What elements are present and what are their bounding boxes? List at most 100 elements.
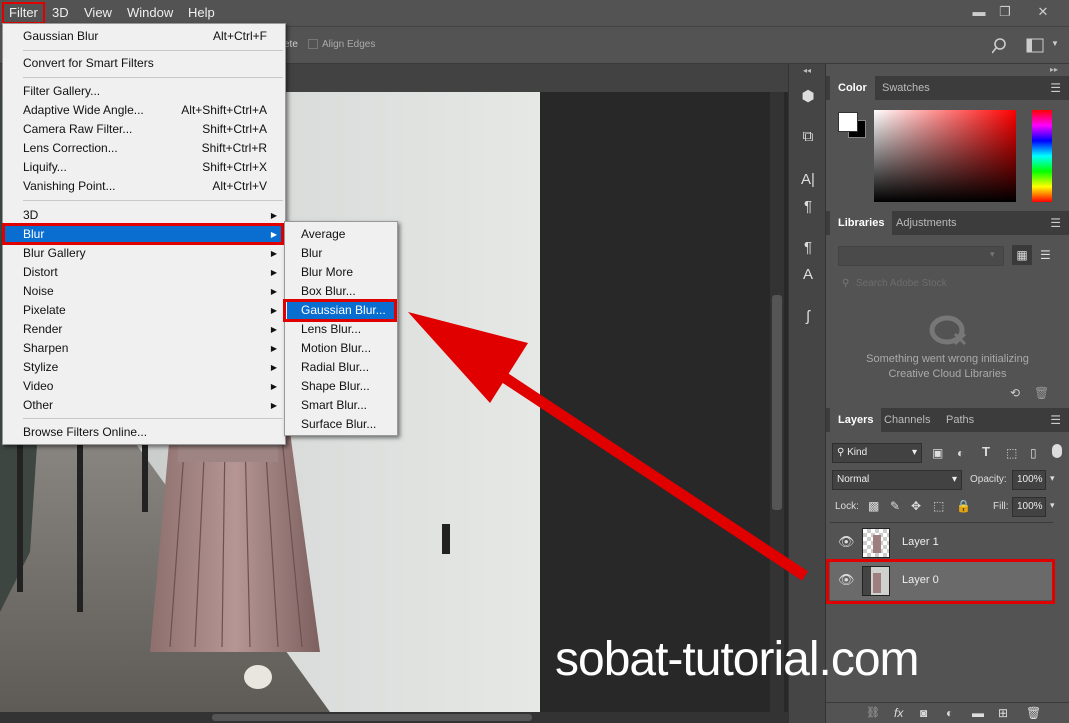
character-icon[interactable]: A| <box>797 169 819 191</box>
submenu-item-motion-blur[interactable]: Motion Blur... <box>287 339 395 358</box>
layers-panel-menu-icon[interactable]: ☰ <box>1050 414 1061 426</box>
color-field[interactable] <box>874 110 1016 202</box>
tab-channels[interactable]: Channels <box>876 408 938 432</box>
menu-item-label: Blur Gallery <box>23 246 86 260</box>
tab-adjustments[interactable]: Adjustments <box>888 211 965 235</box>
horizontal-scroll-thumb[interactable] <box>212 714 532 721</box>
trash-icon[interactable]: 🗑 <box>1026 706 1041 720</box>
fx-icon[interactable]: fx <box>894 706 903 720</box>
restore-icon[interactable]: ❐ <box>992 2 1018 22</box>
visibility-eye-icon[interactable]: 👁 <box>838 534 855 550</box>
menu-item-video[interactable]: Video ▶ <box>5 377 283 396</box>
lock-image-icon[interactable]: ✎ <box>890 499 900 513</box>
submenu-item-lens-blur[interactable]: Lens Blur... <box>287 320 395 339</box>
panel-collapse-icon[interactable]: ▸▸ <box>1050 65 1058 74</box>
link-icon[interactable]: ⛓ <box>866 706 880 719</box>
menu-item-pixelate[interactable]: Pixelate ▶ <box>5 301 283 320</box>
tab-paths[interactable]: Paths <box>938 408 982 432</box>
adjustment-icon[interactable]: ◐ <box>946 706 953 720</box>
paragraph-styles-icon[interactable]: ¶ <box>797 237 819 259</box>
grid-view-icon[interactable]: ▦ <box>1012 245 1032 265</box>
layer-row[interactable]: 👁 Layer 1 <box>830 524 1053 562</box>
menu-item-convert-smart[interactable]: Convert for Smart Filters <box>5 54 283 73</box>
menu-item-browse-online[interactable]: Browse Filters Online... <box>5 423 283 442</box>
menu-item-other[interactable]: Other ▶ <box>5 396 283 415</box>
list-view-icon[interactable]: ☰ <box>1040 245 1051 265</box>
filter-pixel-icon[interactable]: ▣ <box>932 446 943 460</box>
opacity-chevron-icon[interactable]: ▾ <box>1050 473 1055 484</box>
filter-shape-icon[interactable]: ⬚ <box>1006 446 1017 460</box>
workspace-icon[interactable] <box>1026 38 1046 54</box>
lock-artboard-icon[interactable]: ⬚ <box>933 499 944 513</box>
tab-color[interactable]: Color <box>830 76 875 100</box>
menu-item-render[interactable]: Render ▶ <box>5 320 283 339</box>
menu-item-stylize[interactable]: Stylize ▶ <box>5 358 283 377</box>
character-styles-icon[interactable]: A <box>797 264 819 286</box>
submenu-item-radial-blur[interactable]: Radial Blur... <box>287 358 395 377</box>
filter-adjustment-icon[interactable]: ◐ <box>957 446 964 460</box>
filter-type-icon[interactable]: T <box>982 444 990 459</box>
menu-3d[interactable]: 3D <box>48 4 73 22</box>
submenu-item-smart-blur[interactable]: Smart Blur... <box>287 396 395 415</box>
library-trash-icon[interactable]: 🗑 <box>1034 386 1049 400</box>
submenu-arrow-icon: ▶ <box>270 249 277 258</box>
blend-mode-select[interactable]: Normal ▾ <box>832 470 962 490</box>
menu-item-camera-raw[interactable]: Camera Raw Filter... Shift+Ctrl+A <box>5 120 283 139</box>
mask-icon[interactable]: ◙ <box>920 706 927 720</box>
library-select-chevron-icon[interactable]: ▾ <box>990 249 995 260</box>
menu-item-lens-correction[interactable]: Lens Correction... Shift+Ctrl+R <box>5 139 283 158</box>
align-edges-checkbox[interactable] <box>308 39 318 49</box>
submenu-item-blur[interactable]: Blur <box>287 244 395 263</box>
glyphs-icon[interactable]: ʃ <box>797 306 819 328</box>
properties-icon[interactable]: ⧉ <box>797 126 819 148</box>
color-panel-menu-icon[interactable]: ☰ <box>1050 82 1061 94</box>
vertical-scroll-thumb[interactable] <box>772 295 782 510</box>
filter-smart-object-icon[interactable]: ▯ <box>1030 446 1037 460</box>
layer-name[interactable]: Layer 1 <box>902 536 939 548</box>
submenu-item-shape-blur[interactable]: Shape Blur... <box>287 377 395 396</box>
layer-kind-filter[interactable]: ⚲ Kind ▾ <box>832 443 922 463</box>
library-select[interactable] <box>838 246 1004 266</box>
menu-item-sharpen[interactable]: Sharpen ▶ <box>5 339 283 358</box>
menu-item-blur-gallery[interactable]: Blur Gallery ▶ <box>5 244 283 263</box>
tab-libraries[interactable]: Libraries <box>830 211 893 235</box>
menu-window[interactable]: Window <box>123 4 177 22</box>
hue-slider[interactable] <box>1032 110 1052 202</box>
workspace-chevron-icon[interactable]: ▼ <box>1051 39 1059 48</box>
3d-cube-icon[interactable]: ⬢ <box>797 86 819 108</box>
menu-item-last-filter[interactable]: Gaussian Blur Alt+Ctrl+F <box>5 27 283 46</box>
menu-help[interactable]: Help <box>184 4 219 22</box>
minimize-icon[interactable]: ▬ <box>966 2 992 22</box>
search-icon[interactable] <box>992 37 1010 55</box>
lock-transparent-icon[interactable]: ▩ <box>868 499 879 513</box>
fill-field[interactable]: 100% <box>1012 497 1046 517</box>
menu-item-filter-gallery[interactable]: Filter Gallery... <box>5 82 283 101</box>
menu-item-liquify[interactable]: Liquify... Shift+Ctrl+X <box>5 158 283 177</box>
menu-item-label: Pixelate <box>23 303 66 317</box>
fill-chevron-icon[interactable]: ▾ <box>1050 500 1055 511</box>
submenu-item-average[interactable]: Average <box>287 225 395 244</box>
tab-swatches[interactable]: Swatches <box>874 76 938 100</box>
menu-item-adaptive-wide-angle[interactable]: Adaptive Wide Angle... Alt+Shift+Ctrl+A <box>5 101 283 120</box>
collapse-icon[interactable]: ◂◂ <box>803 66 811 75</box>
menu-item-distort[interactable]: Distort ▶ <box>5 263 283 282</box>
submenu-item-surface-blur[interactable]: Surface Blur... <box>287 415 395 434</box>
kind-label: Kind <box>847 447 868 458</box>
libraries-panel-menu-icon[interactable]: ☰ <box>1050 217 1061 229</box>
filter-toggle[interactable] <box>1052 444 1062 458</box>
close-icon[interactable]: ✕ <box>1030 2 1056 22</box>
new-layer-icon[interactable]: ⊞ <box>998 706 1008 720</box>
menu-item-vanishing-point[interactable]: Vanishing Point... Alt+Ctrl+V <box>5 177 283 196</box>
foreground-color-swatch[interactable] <box>838 112 858 132</box>
lock-position-icon[interactable]: ✥ <box>911 499 921 513</box>
adobe-stock-search[interactable]: Search Adobe Stock <box>856 278 947 289</box>
paragraph-icon[interactable]: ¶ <box>797 196 819 218</box>
cc-sync-icon[interactable]: ⟲ <box>1010 386 1020 400</box>
submenu-item-blur-more[interactable]: Blur More <box>287 263 395 282</box>
lock-all-icon[interactable]: 🔒 <box>956 499 971 513</box>
tab-layers[interactable]: Layers <box>830 408 882 432</box>
menu-item-noise[interactable]: Noise ▶ <box>5 282 283 301</box>
folder-icon[interactable]: ▬ <box>972 706 984 720</box>
menu-view[interactable]: View <box>80 4 116 22</box>
opacity-field[interactable]: 100% <box>1012 470 1046 490</box>
